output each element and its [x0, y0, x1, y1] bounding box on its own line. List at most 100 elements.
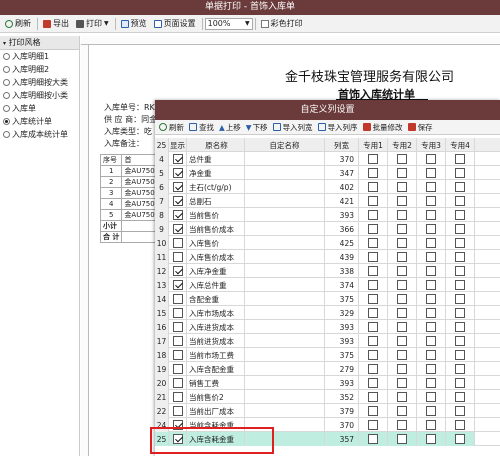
special-checkbox[interactable] [397, 392, 407, 402]
special-checkbox[interactable] [397, 420, 407, 430]
special-checkbox[interactable] [455, 392, 465, 402]
show-checkbox[interactable] [172, 364, 183, 374]
column-row[interactable]: 6 主石(ct/g/p) 402 [155, 180, 500, 194]
print-style-option[interactable]: 入库明细按大类 [0, 76, 79, 89]
special-checkbox[interactable] [397, 350, 407, 360]
width-cell[interactable]: 375 [325, 292, 359, 306]
special-checkbox[interactable] [455, 182, 465, 192]
special-checkbox[interactable] [455, 406, 465, 416]
custom-name-cell[interactable] [245, 390, 325, 404]
special-checkbox[interactable] [426, 308, 436, 318]
special-checkbox[interactable] [455, 154, 465, 164]
special-checkbox[interactable] [368, 266, 378, 276]
show-checkbox[interactable] [172, 336, 183, 346]
special-checkbox[interactable] [397, 238, 407, 248]
width-cell[interactable]: 370 [325, 152, 359, 166]
show-checkbox[interactable] [172, 210, 183, 220]
custom-name-cell[interactable] [245, 292, 325, 306]
custom-name-cell[interactable] [245, 152, 325, 166]
show-checkbox[interactable] [172, 280, 183, 290]
special-checkbox[interactable] [397, 154, 407, 164]
special-checkbox[interactable] [368, 336, 378, 346]
find-button[interactable]: 查找 [187, 120, 216, 134]
special-checkbox[interactable] [368, 350, 378, 360]
special-checkbox[interactable] [368, 378, 378, 388]
column-row[interactable]: 8 当前售价 393 [155, 208, 500, 222]
width-cell[interactable]: 279 [325, 362, 359, 376]
special-checkbox[interactable] [455, 196, 465, 206]
special-checkbox[interactable] [397, 294, 407, 304]
special-checkbox[interactable] [426, 364, 436, 374]
print-style-option[interactable]: 入库明细1 [0, 50, 79, 63]
width-cell[interactable]: 352 [325, 390, 359, 404]
special-checkbox[interactable] [426, 182, 436, 192]
special-checkbox[interactable] [426, 392, 436, 402]
show-checkbox[interactable] [172, 154, 183, 164]
width-cell[interactable]: 357 [325, 432, 359, 446]
dialog-refresh-button[interactable]: 刷新 [157, 120, 186, 134]
print-style-option[interactable]: 入库单 [0, 102, 79, 115]
column-row[interactable]: 13 入库总件重 374 [155, 278, 500, 292]
special-checkbox[interactable] [426, 168, 436, 178]
special-checkbox[interactable] [426, 350, 436, 360]
special-checkbox[interactable] [397, 378, 407, 388]
special-checkbox[interactable] [426, 322, 436, 332]
column-row[interactable]: 16 入库进货成本 393 [155, 320, 500, 334]
custom-name-cell[interactable] [245, 180, 325, 194]
special-2-header[interactable]: 专用2 [388, 138, 417, 152]
special-checkbox[interactable] [426, 336, 436, 346]
custom-name-cell[interactable] [245, 166, 325, 180]
special-checkbox[interactable] [455, 252, 465, 262]
custom-name-cell[interactable] [245, 432, 325, 446]
special-checkbox[interactable] [455, 238, 465, 248]
width-cell[interactable]: 393 [325, 376, 359, 390]
width-cell[interactable]: 393 [325, 320, 359, 334]
special-checkbox[interactable] [368, 406, 378, 416]
special-checkbox[interactable] [368, 420, 378, 430]
import-width-button[interactable]: 导入列宽 [271, 120, 315, 134]
show-checkbox[interactable] [172, 266, 183, 276]
show-checkbox[interactable] [172, 378, 183, 388]
column-row[interactable]: 14 含配金重 375 [155, 292, 500, 306]
show-checkbox[interactable] [172, 322, 183, 332]
print-style-option[interactable]: 入库成本统计单 [0, 128, 79, 141]
special-checkbox[interactable] [397, 210, 407, 220]
special-checkbox[interactable] [368, 392, 378, 402]
width-cell[interactable]: 393 [325, 208, 359, 222]
custom-name-cell[interactable] [245, 194, 325, 208]
special-checkbox[interactable] [368, 252, 378, 262]
print-style-option[interactable]: 入库统计单 [0, 115, 79, 128]
custom-name-header[interactable]: 自定名称 [245, 138, 325, 152]
column-row[interactable]: 17 当前进货成本 393 [155, 334, 500, 348]
width-cell[interactable]: 374 [325, 278, 359, 292]
show-checkbox[interactable] [172, 168, 183, 178]
special-checkbox[interactable] [368, 364, 378, 374]
special-4-header[interactable]: 专用4 [446, 138, 475, 152]
column-row[interactable]: 20 销售工费 393 [155, 376, 500, 390]
color-print-checkbox[interactable]: 彩色打印 [258, 17, 306, 31]
name-header[interactable]: 原名称 [187, 138, 245, 152]
special-checkbox[interactable] [426, 238, 436, 248]
custom-name-cell[interactable] [245, 334, 325, 348]
special-checkbox[interactable] [426, 378, 436, 388]
special-checkbox[interactable] [397, 308, 407, 318]
special-checkbox[interactable] [397, 182, 407, 192]
print-style-header[interactable]: ▾ 打印风格 [0, 36, 79, 50]
column-row[interactable]: 4 总件重 370 [155, 152, 500, 166]
special-checkbox[interactable] [397, 434, 407, 444]
special-checkbox[interactable] [368, 224, 378, 234]
refresh-button[interactable]: 刷新 [2, 17, 34, 31]
special-checkbox[interactable] [397, 196, 407, 206]
zoom-select[interactable]: 100% ▼ [204, 17, 253, 30]
special-checkbox[interactable] [455, 210, 465, 220]
special-checkbox[interactable] [368, 168, 378, 178]
width-cell[interactable]: 329 [325, 306, 359, 320]
import-order-button[interactable]: 导入列序 [316, 120, 360, 134]
show-checkbox[interactable] [172, 308, 183, 318]
column-row[interactable]: 24 当前含耗金重 370 [155, 418, 500, 432]
special-checkbox[interactable] [426, 266, 436, 276]
special-3-header[interactable]: 专用3 [417, 138, 446, 152]
batch-edit-button[interactable]: 批量修改 [361, 120, 405, 134]
print-style-option[interactable]: 入库明细2 [0, 63, 79, 76]
custom-name-cell[interactable] [245, 362, 325, 376]
